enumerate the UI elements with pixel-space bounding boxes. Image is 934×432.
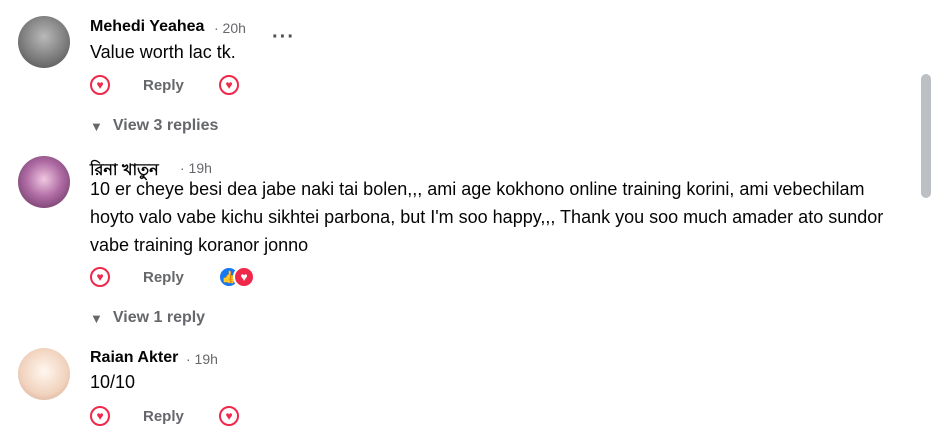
reply-button[interactable]: Reply: [143, 408, 184, 425]
love-reaction-icon[interactable]: ♥: [219, 75, 239, 95]
love-react-button[interactable]: ♥: [90, 75, 110, 95]
love-react-button[interactable]: ♥: [90, 267, 110, 287]
comment-text: Value worth lac tk.: [90, 42, 236, 62]
comment-time[interactable]: · 19h: [186, 351, 218, 367]
scrollbar-thumb[interactable]: [921, 74, 931, 198]
avatar[interactable]: [18, 16, 70, 68]
comment-text: 10/10: [90, 372, 136, 392]
comment-text: 10 er cheye besi dea jabe naki tai bolen…: [90, 179, 884, 255]
reply-button[interactable]: Reply: [143, 77, 184, 94]
reactions-summary[interactable]: 👍 ♥: [218, 266, 256, 288]
view-replies-button[interactable]: ▼ View 3 replies: [90, 117, 218, 135]
comment-author[interactable]: Mehedi Yeahea: [90, 18, 204, 36]
love-reaction-icon: ♥: [233, 266, 255, 288]
comment-author[interactable]: Raian Akter: [90, 349, 178, 367]
avatar[interactable]: [18, 156, 70, 208]
comment-time[interactable]: · 20h: [214, 20, 246, 36]
view-replies-label: View 1 reply: [112, 309, 206, 326]
love-react-button[interactable]: ♥: [90, 406, 110, 426]
scrollbar[interactable]: [921, 0, 934, 432]
view-replies-label: View 3 replies: [112, 117, 219, 134]
reply-button[interactable]: Reply: [143, 269, 184, 286]
chevron-down-icon: ▼: [90, 118, 103, 134]
comment-time[interactable]: · 19h: [180, 160, 212, 176]
avatar[interactable]: [18, 348, 70, 400]
love-reaction-icon[interactable]: ♥: [219, 406, 239, 426]
chevron-down-icon: ▼: [90, 310, 103, 326]
view-replies-button[interactable]: ▼ View 1 reply: [90, 309, 205, 327]
